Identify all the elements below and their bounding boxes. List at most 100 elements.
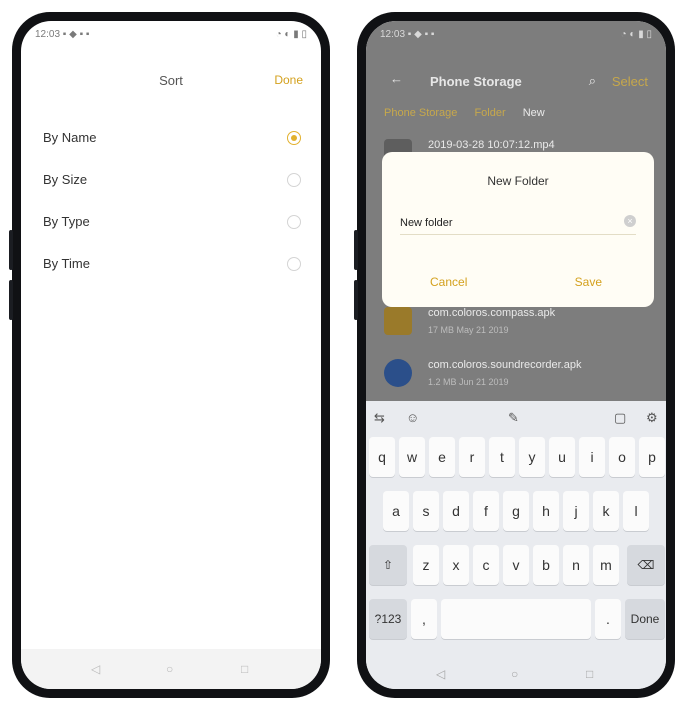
key-p[interactable]: p bbox=[639, 437, 665, 477]
select-button[interactable]: Select bbox=[612, 74, 648, 89]
status-right: ◔ ◐ ▮ ▯ bbox=[275, 29, 307, 40]
radio-selected-icon[interactable] bbox=[287, 131, 301, 145]
save-button[interactable]: Save bbox=[575, 275, 602, 289]
sort-option-label: By Type bbox=[43, 214, 90, 229]
cursor-icon[interactable]: ⇆ bbox=[374, 410, 385, 426]
folder-name-value: New folder bbox=[400, 217, 453, 229]
status-bar: 12:03 ▪ ◆ ▪ ▪ ◔ ◐ ▮ ▯ bbox=[21, 21, 321, 45]
navigation-bar: ◁ ○ □ bbox=[21, 649, 321, 689]
radio-icon[interactable] bbox=[287, 257, 301, 271]
key-h[interactable]: h bbox=[533, 491, 559, 531]
file-meta: 1.2 MB Jun 21 2019 bbox=[428, 377, 509, 387]
dimmed-background: 12:03 ▪ ◆ ▪ ▪ ◔ ◐ ▮ ▯ ← Phone Storage ⌕ … bbox=[366, 21, 666, 401]
done-button[interactable]: Done bbox=[274, 73, 303, 87]
cancel-button[interactable]: Cancel bbox=[430, 275, 467, 289]
key-n[interactable]: n bbox=[563, 545, 589, 585]
app-file-icon bbox=[384, 359, 412, 387]
side-button bbox=[9, 230, 13, 270]
key-z[interactable]: z bbox=[413, 545, 439, 585]
dialog-title: New Folder bbox=[487, 174, 549, 188]
apk-file-icon bbox=[384, 307, 412, 335]
key-b[interactable]: b bbox=[533, 545, 559, 585]
back-nav-icon[interactable]: ◁ bbox=[91, 662, 100, 676]
key-q[interactable]: q bbox=[369, 437, 395, 477]
numbers-key[interactable]: ?123 bbox=[369, 599, 407, 639]
key-g[interactable]: g bbox=[503, 491, 529, 531]
key-a[interactable]: a bbox=[383, 491, 409, 531]
key-f[interactable]: f bbox=[473, 491, 499, 531]
shift-key[interactable]: ⇧ bbox=[369, 545, 407, 585]
key-l[interactable]: l bbox=[623, 491, 649, 531]
key-t[interactable]: t bbox=[489, 437, 515, 477]
phone-right: 12:03 ▪ ◆ ▪ ▪ ◔ ◐ ▮ ▯ ← Phone Storage ⌕ … bbox=[354, 12, 675, 698]
back-nav-icon[interactable]: ◁ bbox=[436, 667, 445, 681]
settings-icon[interactable]: ⚙ bbox=[646, 410, 658, 426]
key-o[interactable]: o bbox=[609, 437, 635, 477]
key-k[interactable]: k bbox=[593, 491, 619, 531]
home-nav-icon[interactable]: ○ bbox=[511, 667, 518, 681]
comma-key[interactable]: , bbox=[411, 599, 437, 639]
key-x[interactable]: x bbox=[443, 545, 469, 585]
key-c[interactable]: c bbox=[473, 545, 499, 585]
backspace-key[interactable]: ⌫ bbox=[627, 545, 665, 585]
clipboard-icon[interactable]: ▢ bbox=[614, 410, 626, 426]
sort-option-by-time[interactable]: By Time bbox=[21, 243, 321, 285]
new-folder-dialog: New Folder New folder × Cancel Save bbox=[382, 152, 654, 307]
key-e[interactable]: e bbox=[429, 437, 455, 477]
period-key[interactable]: . bbox=[595, 599, 621, 639]
done-key[interactable]: Done bbox=[625, 599, 665, 639]
search-icon[interactable]: ⌕ bbox=[589, 73, 596, 89]
key-v[interactable]: v bbox=[503, 545, 529, 585]
sort-option-label: By Size bbox=[43, 172, 88, 187]
screen-right: 12:03 ▪ ◆ ▪ ▪ ◔ ◐ ▮ ▯ ← Phone Storage ⌕ … bbox=[366, 21, 666, 689]
key-d[interactable]: d bbox=[443, 491, 469, 531]
breadcrumb: Phone Storage Folder New bbox=[384, 107, 559, 119]
sort-option-by-size[interactable]: By Size bbox=[21, 159, 321, 201]
page-title: Phone Storage bbox=[430, 74, 522, 89]
breadcrumb-item[interactable]: Phone Storage bbox=[384, 107, 457, 119]
navigation-bar: ◁ ○ □ bbox=[366, 659, 666, 689]
sort-option-label: By Name bbox=[43, 130, 97, 145]
key-w[interactable]: w bbox=[399, 437, 425, 477]
key-j[interactable]: j bbox=[563, 491, 589, 531]
keyboard-toolbar: ⇆ ☺ ✎ ▢ ⚙ bbox=[366, 401, 666, 435]
file-name: com.coloros.compass.apk bbox=[428, 307, 556, 319]
status-left: 12:03 ▪ ◆ ▪ ▪ bbox=[380, 29, 435, 40]
key-m[interactable]: m bbox=[593, 545, 619, 585]
key-i[interactable]: i bbox=[579, 437, 605, 477]
home-nav-icon[interactable]: ○ bbox=[166, 662, 173, 676]
sort-option-by-type[interactable]: By Type bbox=[21, 201, 321, 243]
key-r[interactable]: r bbox=[459, 437, 485, 477]
key-y[interactable]: y bbox=[519, 437, 545, 477]
breadcrumb-item[interactable]: Folder bbox=[474, 107, 505, 119]
phone-left: 12:03 ▪ ◆ ▪ ▪ ◔ ◐ ▮ ▯ Sort Done By Name … bbox=[9, 12, 330, 698]
file-meta: 17 MB May 21 2019 bbox=[428, 325, 509, 335]
sort-option-by-name[interactable]: By Name bbox=[21, 117, 321, 159]
folder-name-input[interactable]: New folder × bbox=[400, 212, 636, 235]
recent-nav-icon[interactable]: □ bbox=[241, 662, 248, 676]
keyboard: ⇆ ☺ ✎ ▢ ⚙ q w e r t y u i o p a s d f g … bbox=[366, 401, 666, 689]
back-arrow-icon[interactable]: ← bbox=[390, 71, 403, 86]
sort-header: Sort Done bbox=[21, 69, 321, 93]
list-item[interactable]: com.coloros.compass.apk 17 MB May 21 201… bbox=[384, 301, 648, 345]
dialog-buttons: Cancel Save bbox=[382, 259, 654, 307]
status-left: 12:03 ▪ ◆ ▪ ▪ bbox=[35, 29, 90, 40]
emoji-icon[interactable]: ☺ bbox=[406, 410, 419, 425]
space-key[interactable] bbox=[441, 599, 591, 639]
clear-icon[interactable]: × bbox=[624, 215, 636, 227]
status-right: ◔ ◐ ▮ ▯ bbox=[620, 29, 652, 40]
sort-option-label: By Time bbox=[43, 256, 90, 271]
list-item[interactable]: com.coloros.soundrecorder.apk 1.2 MB Jun… bbox=[384, 353, 648, 397]
breadcrumb-current: New bbox=[522, 107, 545, 119]
key-u[interactable]: u bbox=[549, 437, 575, 477]
file-name: 2019-03-28 10:07:12.mp4 bbox=[428, 139, 555, 151]
file-header: ← Phone Storage ⌕ Select bbox=[366, 71, 666, 97]
file-name: com.coloros.soundrecorder.apk bbox=[428, 359, 582, 371]
handwriting-icon[interactable]: ✎ bbox=[508, 410, 519, 426]
radio-icon[interactable] bbox=[287, 173, 301, 187]
recent-nav-icon[interactable]: □ bbox=[586, 667, 593, 681]
key-s[interactable]: s bbox=[413, 491, 439, 531]
radio-icon[interactable] bbox=[287, 215, 301, 229]
side-button bbox=[9, 280, 13, 320]
screen-left: 12:03 ▪ ◆ ▪ ▪ ◔ ◐ ▮ ▯ Sort Done By Name … bbox=[21, 21, 321, 689]
